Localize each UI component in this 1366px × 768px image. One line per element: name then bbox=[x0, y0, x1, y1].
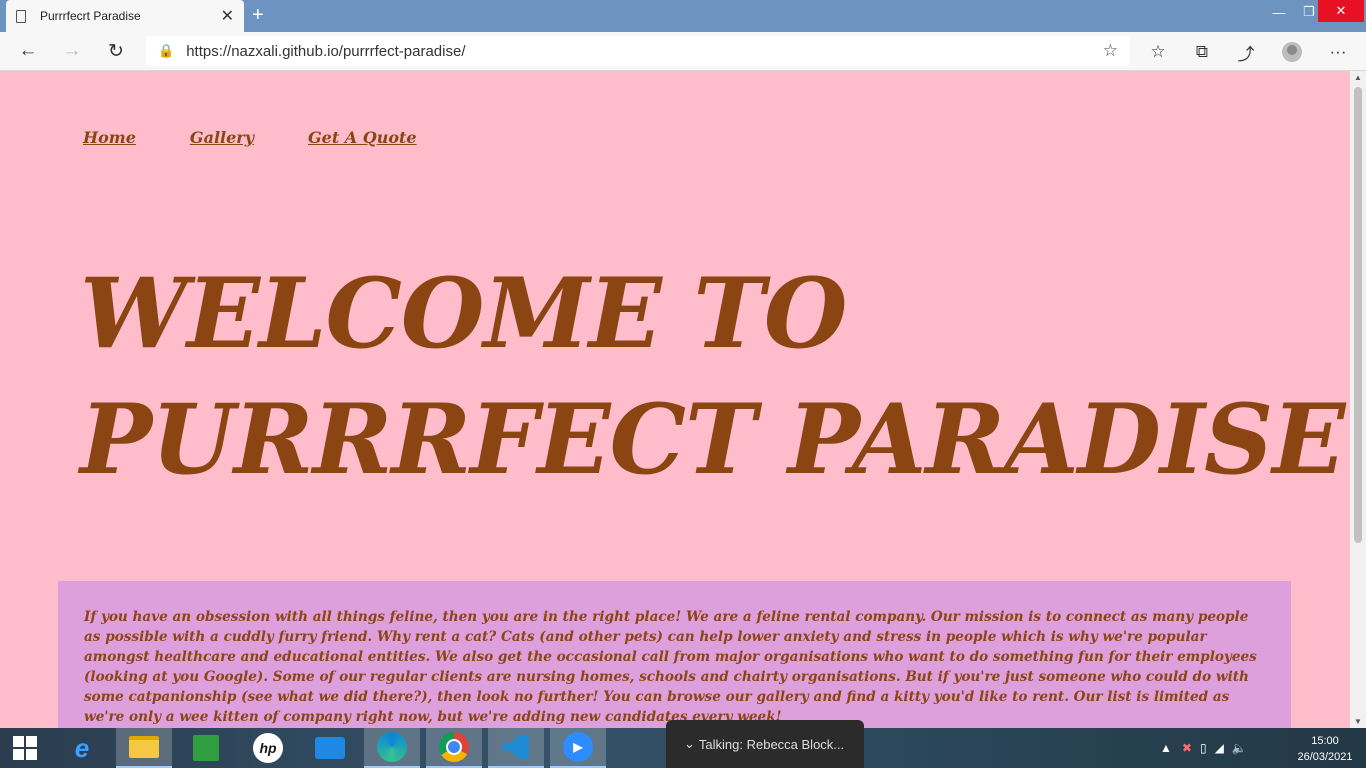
refresh-button[interactable]: ↻ bbox=[102, 37, 130, 65]
site-nav: Home Gallery Get A Quote bbox=[83, 128, 471, 147]
nav-quote-link[interactable]: Get A Quote bbox=[308, 128, 417, 147]
edge-icon bbox=[377, 732, 407, 762]
taskbar-hp[interactable]: hp bbox=[240, 728, 296, 768]
taskbar-ie[interactable]: e bbox=[54, 728, 110, 768]
taskbar-chrome[interactable] bbox=[426, 728, 482, 768]
chevron-down-icon: ⌄ bbox=[684, 736, 695, 751]
nav-gallery-link[interactable]: Gallery bbox=[190, 128, 254, 147]
clock-date: 26/03/2021 bbox=[1297, 751, 1353, 763]
taskbar-edge[interactable] bbox=[364, 728, 420, 768]
page-icon bbox=[16, 9, 26, 23]
close-window-button[interactable]: ✕ bbox=[1318, 0, 1364, 22]
store-icon bbox=[193, 735, 219, 761]
url-text[interactable]: https://nazxali.github.io/purrrfect-para… bbox=[186, 43, 1103, 60]
windows-taskbar: e hp ▶ ⌄ Talking: Rebecca Block... ▲ ✖ ▯… bbox=[0, 720, 1366, 768]
forward-button[interactable]: → bbox=[58, 37, 86, 65]
windows-logo-icon bbox=[13, 736, 37, 760]
profile-avatar[interactable] bbox=[1278, 38, 1306, 66]
intro-section: If you have an obsession with all things… bbox=[58, 581, 1291, 728]
new-tab-button[interactable]: + bbox=[252, 4, 264, 26]
share-icon[interactable]: ⤴ bbox=[1232, 38, 1260, 66]
taskbar-store[interactable] bbox=[178, 728, 234, 768]
browser-tab[interactable]: Purrrfecrt Paradise ✕ bbox=[6, 0, 244, 32]
scroll-down-icon[interactable]: ▼ bbox=[1350, 717, 1366, 726]
minimize-button[interactable]: — bbox=[1264, 0, 1294, 24]
back-button[interactable]: ← bbox=[14, 37, 42, 65]
taskbar-file-explorer[interactable] bbox=[116, 728, 172, 768]
taskbar-onedrive[interactable] bbox=[302, 728, 358, 768]
nav-home-link[interactable]: Home bbox=[83, 128, 136, 147]
hero-line-2: PURRRFECT PARADISE! bbox=[80, 383, 1350, 496]
address-bar[interactable]: 🔒 https://nazxali.github.io/purrrfect-pa… bbox=[146, 36, 1130, 66]
favorite-star-icon[interactable]: ☆ bbox=[1103, 41, 1118, 61]
volume-icon[interactable]: 🔈 bbox=[1232, 741, 1247, 755]
browser-toolbar: ← → ↻ 🔒 https://nazxali.github.io/purrrf… bbox=[0, 32, 1366, 71]
tab-bar: Purrrfecrt Paradise ✕ + — ❐ ✕ bbox=[0, 0, 1366, 32]
taskbar-vscode[interactable] bbox=[488, 728, 544, 768]
clock-time: 15:00 bbox=[1311, 735, 1339, 747]
lock-icon[interactable]: 🔒 bbox=[158, 43, 174, 59]
internet-explorer-icon: e bbox=[74, 732, 90, 763]
taskbar-zoom[interactable]: ▶ bbox=[550, 728, 606, 768]
battery-icon[interactable]: ▯ bbox=[1200, 741, 1207, 755]
favorites-icon[interactable]: ☆ bbox=[1144, 38, 1172, 66]
folder-icon bbox=[129, 736, 159, 758]
hero-line-1: WELCOME TO bbox=[80, 257, 847, 370]
page-scrollbar[interactable]: ▲ ▼ bbox=[1350, 71, 1366, 728]
tab-title: Purrrfecrt Paradise bbox=[40, 9, 141, 23]
wifi-icon[interactable]: ◢ bbox=[1215, 741, 1224, 755]
onedrive-icon bbox=[315, 737, 345, 759]
avatar-icon bbox=[1282, 42, 1302, 62]
scroll-thumb[interactable] bbox=[1354, 87, 1362, 543]
intro-paragraph: If you have an obsession with all things… bbox=[84, 609, 1257, 725]
system-tray: ▲ ✖ ▯ ◢ 🔈 bbox=[1160, 728, 1247, 768]
zoom-icon: ▶ bbox=[563, 732, 593, 762]
notification-popup[interactable]: ⌄ Talking: Rebecca Block... bbox=[666, 720, 864, 768]
more-menu-icon[interactable]: ··· bbox=[1324, 38, 1352, 66]
tray-chevron-icon[interactable]: ▲ bbox=[1160, 741, 1172, 755]
network-error-icon[interactable]: ✖ bbox=[1182, 741, 1192, 755]
collections-icon[interactable]: ⧉ bbox=[1188, 38, 1216, 66]
clock[interactable]: 15:00 26/03/2021 bbox=[1290, 733, 1360, 765]
hp-icon: hp bbox=[253, 733, 283, 763]
hero-heading: WELCOME TO PURRRFECT PARADISE! bbox=[80, 251, 1350, 503]
notification-text: Talking: Rebecca Block... bbox=[698, 736, 845, 752]
scroll-up-icon[interactable]: ▲ bbox=[1350, 73, 1366, 82]
vscode-icon bbox=[503, 734, 529, 760]
page-viewport: Home Gallery Get A Quote WELCOME TO PURR… bbox=[0, 71, 1350, 728]
tab-close-icon[interactable]: ✕ bbox=[221, 6, 234, 26]
start-button[interactable] bbox=[0, 728, 50, 768]
chrome-icon bbox=[439, 732, 469, 762]
